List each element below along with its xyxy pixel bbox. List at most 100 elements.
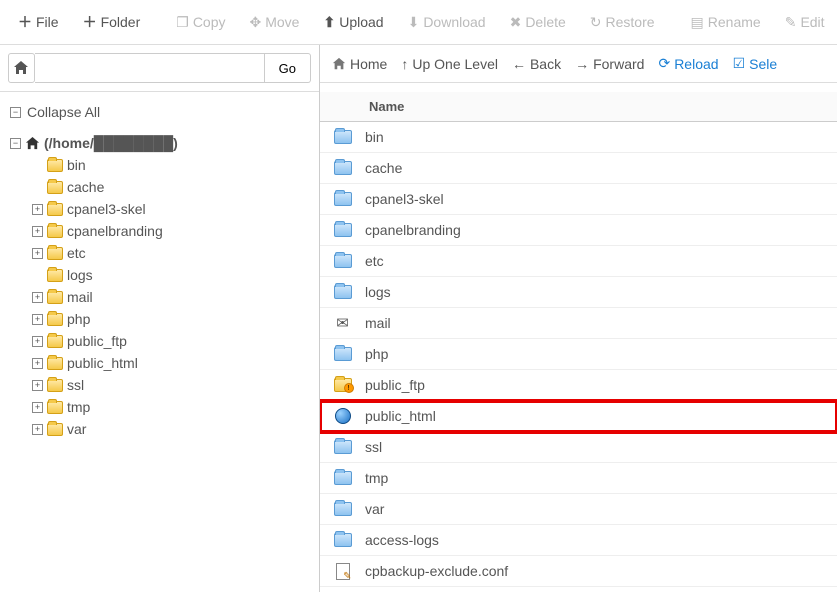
- folder-icon: [47, 379, 63, 392]
- expand-icon[interactable]: +: [32, 248, 43, 259]
- tree-item-label: tmp: [67, 399, 90, 415]
- nav-reload[interactable]: ⟳Reload: [658, 55, 718, 72]
- rename-label: Rename: [708, 14, 761, 30]
- upload-icon: ⬆: [323, 14, 335, 31]
- expand-icon[interactable]: +: [32, 424, 43, 435]
- mail-icon: ✉: [336, 314, 349, 332]
- move-button: ✥Move: [240, 8, 310, 37]
- ftp-folder-icon: !: [334, 378, 352, 392]
- edit-icon: ✎: [785, 14, 797, 31]
- file-row-logs[interactable]: logs: [320, 277, 837, 308]
- tree-item-logs[interactable]: logs: [32, 264, 309, 286]
- folder-icon: [47, 247, 63, 260]
- folder-icon: [47, 225, 63, 238]
- file-row-cpanel3-skel[interactable]: cpanel3-skel: [320, 184, 837, 215]
- expand-icon[interactable]: +: [32, 204, 43, 215]
- file-row-www[interactable]: www: [320, 587, 837, 592]
- file-name: public_ftp: [365, 374, 837, 396]
- tree-item-label: cpanelbranding: [67, 223, 163, 239]
- folder-icon: [334, 192, 352, 206]
- folder-icon: [334, 254, 352, 268]
- select-icon: ☑: [733, 55, 746, 72]
- file-name: cpbackup-exclude.conf: [365, 560, 837, 582]
- column-name[interactable]: Name: [365, 92, 837, 121]
- go-button[interactable]: Go: [265, 53, 311, 83]
- download-label: Download: [423, 14, 485, 30]
- file-row-cpbackup-exclude.conf[interactable]: cpbackup-exclude.conf: [320, 556, 837, 587]
- folder-icon: [47, 401, 63, 414]
- download-button: ⬇Download: [398, 8, 496, 37]
- tree-item-bin[interactable]: bin: [32, 154, 309, 176]
- tree-item-public_ftp[interactable]: + public_ftp: [32, 330, 309, 352]
- tree-root[interactable]: − (/home/████████): [10, 132, 309, 154]
- tree-item-mail[interactable]: +mail: [32, 286, 309, 308]
- tree-item-label: public_ftp: [67, 333, 127, 349]
- tree-item-php[interactable]: +php: [32, 308, 309, 330]
- upload-button[interactable]: ⬆Upload: [313, 8, 393, 37]
- file-panel: Name bin cache cpanel3-skel cpanelbrandinge…: [320, 92, 837, 592]
- folder-icon: [47, 335, 63, 348]
- file-row-cache[interactable]: cache: [320, 153, 837, 184]
- collapse-all-button[interactable]: − Collapse All: [10, 104, 309, 120]
- folder-icon: [334, 440, 352, 454]
- file-row-etc[interactable]: etc: [320, 246, 837, 277]
- folder-icon: [47, 357, 63, 370]
- nav-back[interactable]: ←Back: [512, 56, 561, 72]
- expand-icon[interactable]: +: [32, 226, 43, 237]
- file-name: php: [365, 343, 837, 365]
- tree-item-label: etc: [67, 245, 86, 261]
- file-row-php[interactable]: php: [320, 339, 837, 370]
- tree-item-cache[interactable]: cache: [32, 176, 309, 198]
- tree-item-tmp[interactable]: + tmp: [32, 396, 309, 418]
- nav-up[interactable]: ↑Up One Level: [401, 56, 498, 72]
- file-name: public_html: [365, 405, 837, 427]
- expand-icon[interactable]: +: [32, 380, 43, 391]
- file-name: cpanel3-skel: [365, 188, 837, 210]
- tree-item-ssl[interactable]: +ssl: [32, 374, 309, 396]
- tree-item-etc[interactable]: + etc: [32, 242, 309, 264]
- folder-icon: [47, 291, 63, 304]
- file-row-cpanelbranding[interactable]: cpanelbranding: [320, 215, 837, 246]
- tree-item-public_html[interactable]: +public_html: [32, 352, 309, 374]
- nav-forward[interactable]: →Forward: [575, 56, 644, 72]
- restore-button: ↻Restore: [580, 8, 665, 37]
- nav-select[interactable]: ☑Sele: [733, 55, 778, 72]
- copy-button: ❐Copy: [166, 8, 235, 37]
- file-row-access-logs[interactable]: access-logs: [320, 525, 837, 556]
- file-name: bin: [365, 126, 837, 148]
- move-icon: ✥: [250, 14, 262, 31]
- expand-icon[interactable]: +: [32, 358, 43, 369]
- file-row-mail[interactable]: ✉mail: [320, 308, 837, 339]
- breadcrumb-bar: Go: [0, 45, 319, 92]
- file-row-bin[interactable]: bin: [320, 122, 837, 153]
- expand-icon[interactable]: +: [32, 292, 43, 303]
- expand-icon[interactable]: +: [32, 314, 43, 325]
- tree-panel: − Collapse All − (/home/████████) bin cac…: [0, 92, 320, 592]
- file-row-ssl[interactable]: ssl: [320, 432, 837, 463]
- expand-icon[interactable]: +: [32, 402, 43, 413]
- expand-icon[interactable]: +: [32, 336, 43, 347]
- upload-label: Upload: [339, 14, 383, 30]
- file-row-var[interactable]: var: [320, 494, 837, 525]
- tree-item-cpanel3-skel[interactable]: +cpanel3-skel: [32, 198, 309, 220]
- rename-button: ▤Rename: [681, 8, 771, 37]
- tree-item-label: bin: [67, 157, 86, 173]
- nav-home[interactable]: Home: [332, 56, 387, 72]
- path-input[interactable]: [35, 53, 265, 83]
- tree-item-cpanelbranding[interactable]: + cpanelbranding: [32, 220, 309, 242]
- file-row-public_html[interactable]: public_html: [320, 401, 837, 432]
- move-label: Move: [265, 14, 299, 30]
- file-row-public_ftp[interactable]: ! public_ftp: [320, 370, 837, 401]
- folder-icon: [334, 285, 352, 299]
- tree-item-var[interactable]: +var: [32, 418, 309, 440]
- home-icon-button[interactable]: [8, 53, 35, 83]
- table-header: Name: [320, 92, 837, 122]
- file-row-tmp[interactable]: tmp: [320, 463, 837, 494]
- file-label: File: [36, 14, 59, 30]
- folder-button[interactable]: ＋Folder: [73, 6, 151, 38]
- restore-icon: ↻: [590, 14, 602, 31]
- file-button[interactable]: ＋File: [8, 6, 69, 38]
- folder-icon: [47, 159, 63, 172]
- download-icon: ⬇: [408, 14, 420, 31]
- toggle-icon[interactable]: −: [10, 138, 21, 149]
